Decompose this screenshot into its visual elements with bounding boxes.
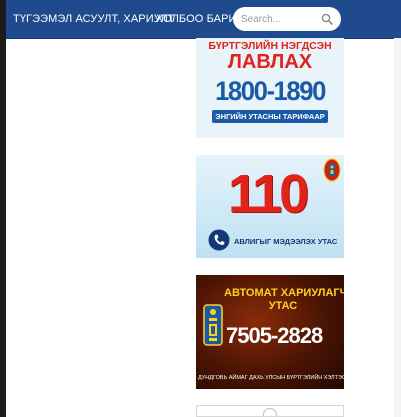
auto-answer-phone-banner[interactable]: АВТОМАТ ХАРИУЛАГЧ УТАС 7505-2828 ДУНДГОВ… (196, 275, 344, 389)
banner-footer: ДУНДГОВЬ АЙМАГ ДАХЬ УЛСЫН БҮРТГЭЛИЙН ХЭЛ… (198, 375, 344, 381)
banner-phone-number: 110 (228, 164, 309, 224)
nav-link-faq[interactable]: ТҮГЭЭМЭЛ АСУУЛТ, ХАРИУЛТ (13, 13, 175, 25)
banner-subheading: ЛАВЛАХ (227, 51, 313, 73)
banner-logo-icon (263, 408, 277, 416)
banner-heading: АВТОМАТ ХАРИУЛАГЧ (224, 287, 344, 299)
partial-banner[interactable] (196, 405, 344, 417)
right-scroll-strip (394, 38, 401, 417)
banner-phone-number: 1800-1890 (215, 76, 326, 106)
banner-caption: АВЛИГЫГ МЭДЭЭЛЭХ УТАС (234, 237, 338, 246)
nav-link-contact[interactable]: ХОЛБОО БАРИХ (156, 13, 244, 25)
soyombo-emblem-icon (203, 304, 223, 346)
top-navbar: ТҮГЭЭМЭЛ АСУУЛТ, ХАРИУЛТ ХОЛБОО БАРИХ (6, 0, 401, 39)
banner-tariff-note: ЭНГИЙН УТАСНЫ ТАРИФААР (212, 110, 328, 123)
search-input[interactable] (241, 11, 321, 27)
phone-icon (208, 229, 230, 251)
anti-corruption-hotline-banner[interactable]: 110 АВЛИГЫГ МЭДЭЭЛЭХ УТАС (196, 155, 344, 258)
registration-hotline-banner[interactable]: БҮРТГЭЛИЙН НЭГДСЭН ЛАВЛАХ 1800-1890 ЭНГИ… (196, 38, 344, 138)
soyombo-emblem-icon (323, 158, 341, 182)
search-icon[interactable] (321, 13, 333, 25)
banner-phone-number: 7505-2828 (226, 323, 323, 348)
banner-subheading: УТАС (268, 300, 298, 312)
search-box[interactable] (233, 7, 341, 31)
left-edge-strip (0, 0, 6, 417)
